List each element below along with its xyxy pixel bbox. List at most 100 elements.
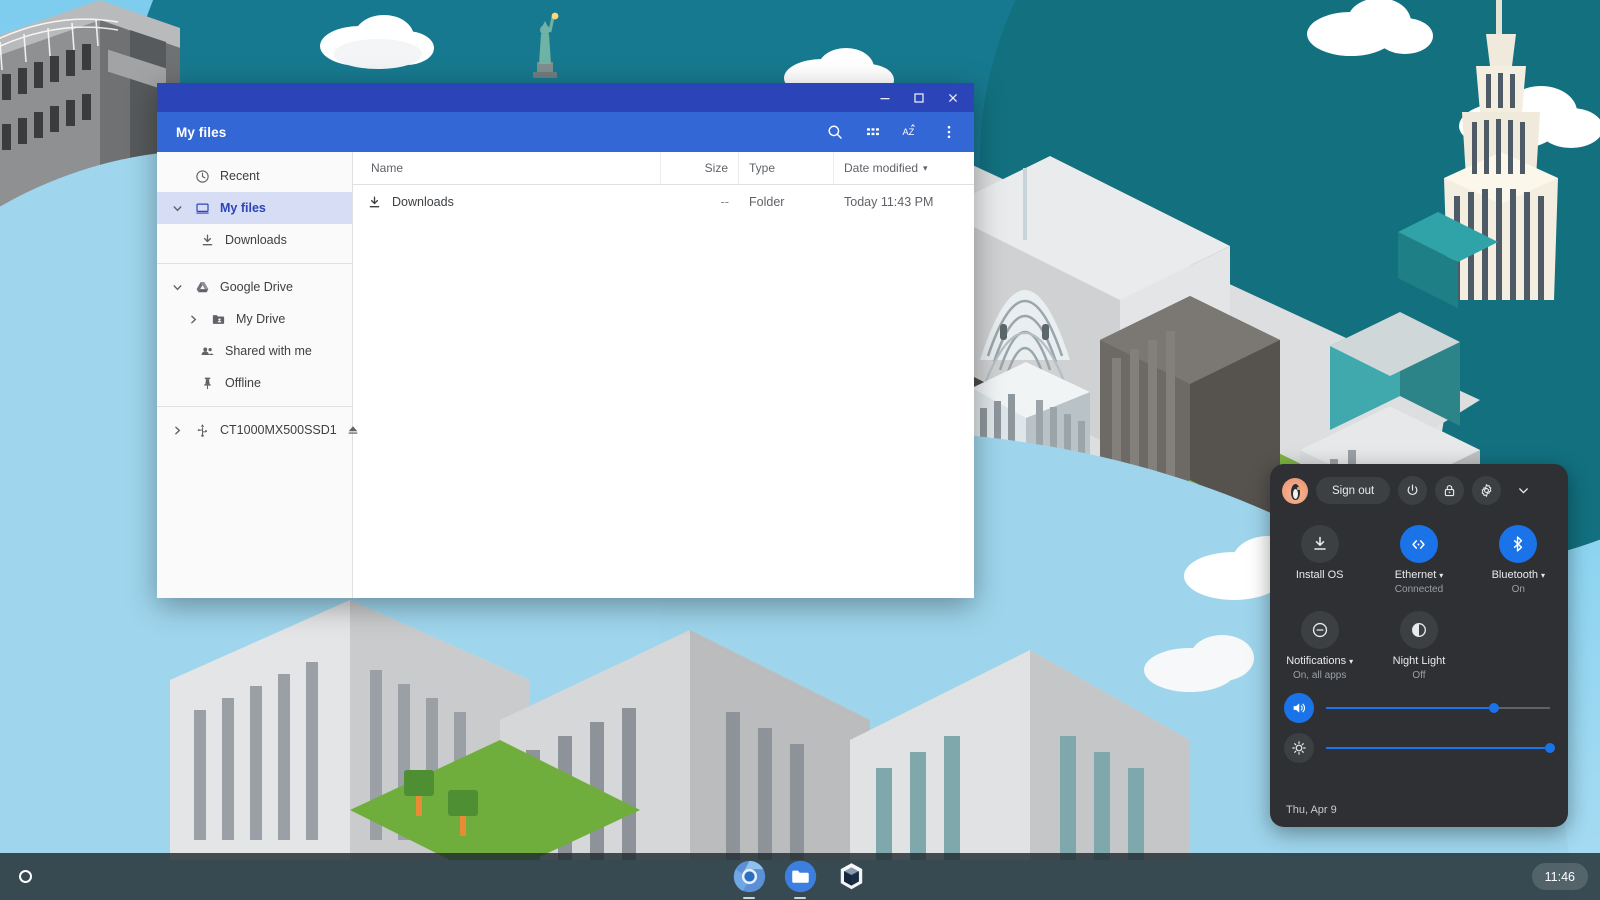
column-header-name[interactable]: Name xyxy=(353,152,661,184)
sidebar-item-google-drive[interactable]: Google Drive xyxy=(157,271,352,303)
eject-button[interactable] xyxy=(346,423,360,437)
minimize-button[interactable] xyxy=(868,83,902,112)
ethernet-button[interactable] xyxy=(1399,525,1438,563)
sidebar-item-label: Offline xyxy=(225,376,261,390)
volume-slider-row[interactable] xyxy=(1270,683,1568,723)
sidebar-item-shared-with-me[interactable]: Shared with me xyxy=(157,335,352,367)
shelf[interactable]: 11:46 xyxy=(0,853,1600,900)
close-button[interactable] xyxy=(936,83,970,112)
grid-view-button[interactable] xyxy=(854,115,892,149)
cell-name: Downloads xyxy=(353,185,661,219)
tray-feature-row-1: Install OS Ethernet ▾ Connected Bluetoot… xyxy=(1270,511,1568,597)
chromium-icon xyxy=(733,860,765,893)
bluetooth-button[interactable] xyxy=(1499,525,1538,563)
chevron-right-icon[interactable] xyxy=(169,425,185,436)
volume-button[interactable] xyxy=(1284,693,1314,723)
caret-down-icon[interactable]: ▾ xyxy=(1439,571,1443,580)
caret-down-icon[interactable]: ▾ xyxy=(1349,657,1353,666)
night-light-button[interactable] xyxy=(1399,611,1438,649)
maximize-button[interactable] xyxy=(902,83,936,112)
shelf-item-virtualbox[interactable] xyxy=(835,860,868,893)
tile-sublabel: On xyxy=(1511,584,1525,595)
lock-icon xyxy=(1445,485,1455,497)
sidebar-item-my-drive[interactable]: My Drive xyxy=(157,303,352,335)
files-body: Recent My files Downloads Google Drive M… xyxy=(157,152,974,598)
column-label: Type xyxy=(749,161,776,175)
download-icon xyxy=(367,195,382,210)
column-header-date-modified[interactable]: Date modified ▾ xyxy=(834,152,974,184)
sort-indicator-icon: ▾ xyxy=(923,162,928,173)
bluetooth-icon xyxy=(1514,536,1523,552)
file-list-panel[interactable]: Name Size Type Date modified ▾ Downloads… xyxy=(353,152,974,598)
search-button[interactable] xyxy=(816,115,854,149)
column-label: Name xyxy=(371,161,404,175)
column-header-type[interactable]: Type xyxy=(739,152,834,184)
brightness-slider-row[interactable] xyxy=(1270,723,1568,763)
tile-sublabel: Off xyxy=(1412,670,1426,681)
tile-label: Install OS xyxy=(1296,569,1344,581)
tray-feature-row-2: Notifications ▾ On, all apps Night Light… xyxy=(1270,597,1568,683)
tile-bluetooth[interactable]: Bluetooth ▾ On xyxy=(1469,525,1568,595)
volume-track[interactable] xyxy=(1326,703,1550,713)
power-button[interactable] xyxy=(1398,476,1428,505)
volume-thumb[interactable] xyxy=(1489,703,1499,713)
shelf-app-list xyxy=(0,853,1600,900)
notifications-button[interactable] xyxy=(1300,611,1339,649)
brightness-icon xyxy=(1292,741,1306,755)
settings-button[interactable] xyxy=(1472,476,1502,505)
avatar[interactable] xyxy=(1282,477,1308,504)
caret-down-icon[interactable]: ▾ xyxy=(1541,571,1545,580)
sidebar-item-label: Downloads xyxy=(225,233,287,247)
maximize-icon xyxy=(914,92,924,103)
shelf-clock[interactable]: 11:46 xyxy=(1531,863,1588,890)
install-os-button[interactable] xyxy=(1300,525,1339,563)
brightness-thumb[interactable] xyxy=(1545,743,1555,753)
brightness-button[interactable] xyxy=(1284,733,1314,763)
sidebar-item-my-files[interactable]: My files xyxy=(157,192,352,224)
folder-shared-icon xyxy=(210,311,227,328)
sign-out-button[interactable]: Sign out xyxy=(1316,477,1391,504)
download-icon xyxy=(199,232,216,249)
computer-icon xyxy=(194,200,211,217)
sign-out-label: Sign out xyxy=(1332,484,1375,497)
sidebar-item-label: Google Drive xyxy=(220,280,293,294)
sidebar-divider xyxy=(157,406,352,407)
tile-install-os[interactable]: Install OS xyxy=(1270,525,1369,595)
volume-fill xyxy=(1326,707,1494,709)
eject-icon xyxy=(348,426,358,434)
more-options-button[interactable] xyxy=(930,115,968,149)
tile-label-text: Night Light xyxy=(1392,655,1446,667)
brightness-track[interactable] xyxy=(1326,743,1555,753)
lock-button[interactable] xyxy=(1435,476,1465,505)
system-tray-panel[interactable]: Sign out Install OS Ethernet ▾ Connected… xyxy=(1270,464,1568,827)
chevron-down-icon[interactable] xyxy=(169,282,185,293)
sidebar-item-downloads[interactable]: Downloads xyxy=(157,224,352,256)
clock-icon xyxy=(194,168,211,185)
tile-notifications[interactable]: Notifications ▾ On, all apps xyxy=(1270,611,1369,681)
table-row[interactable]: Downloads -- Folder Today 11:43 PM xyxy=(353,185,974,219)
files-app-window[interactable]: My files AZ Recent My files Downloads Go… xyxy=(157,83,974,598)
sidebar-item-label: Recent xyxy=(220,169,260,183)
sidebar-item-label: Shared with me xyxy=(225,344,312,358)
tray-header: Sign out xyxy=(1270,464,1568,511)
sidebar-item-ct1000mx500ssd1[interactable]: CT1000MX500SSD1 xyxy=(157,414,358,446)
chevron-down-icon[interactable] xyxy=(169,203,185,214)
sort-az-button[interactable]: AZ xyxy=(892,115,930,149)
minimize-icon xyxy=(880,97,890,99)
tile-empty-slot xyxy=(1469,611,1568,681)
files-sidebar[interactable]: Recent My files Downloads Google Drive M… xyxy=(157,152,358,598)
tile-night-light[interactable]: Night Light Off xyxy=(1369,611,1468,681)
do-not-disturb-icon xyxy=(1312,622,1327,638)
tile-sublabel: Connected xyxy=(1394,584,1444,595)
sidebar-item-offline[interactable]: Offline xyxy=(157,367,352,399)
sidebar-item-recent[interactable]: Recent xyxy=(157,160,352,192)
tile-ethernet[interactable]: Ethernet ▾ Connected xyxy=(1369,525,1468,595)
chevron-right-icon[interactable] xyxy=(185,314,201,325)
virtualbox-icon xyxy=(840,863,862,890)
shelf-item-files[interactable] xyxy=(784,860,817,899)
collapse-button[interactable] xyxy=(1509,476,1538,505)
shelf-item-chromium[interactable] xyxy=(733,860,766,899)
column-header-size[interactable]: Size xyxy=(661,152,739,184)
cloud-icon xyxy=(1144,635,1254,692)
tile-label: Bluetooth ▾ xyxy=(1492,569,1546,581)
